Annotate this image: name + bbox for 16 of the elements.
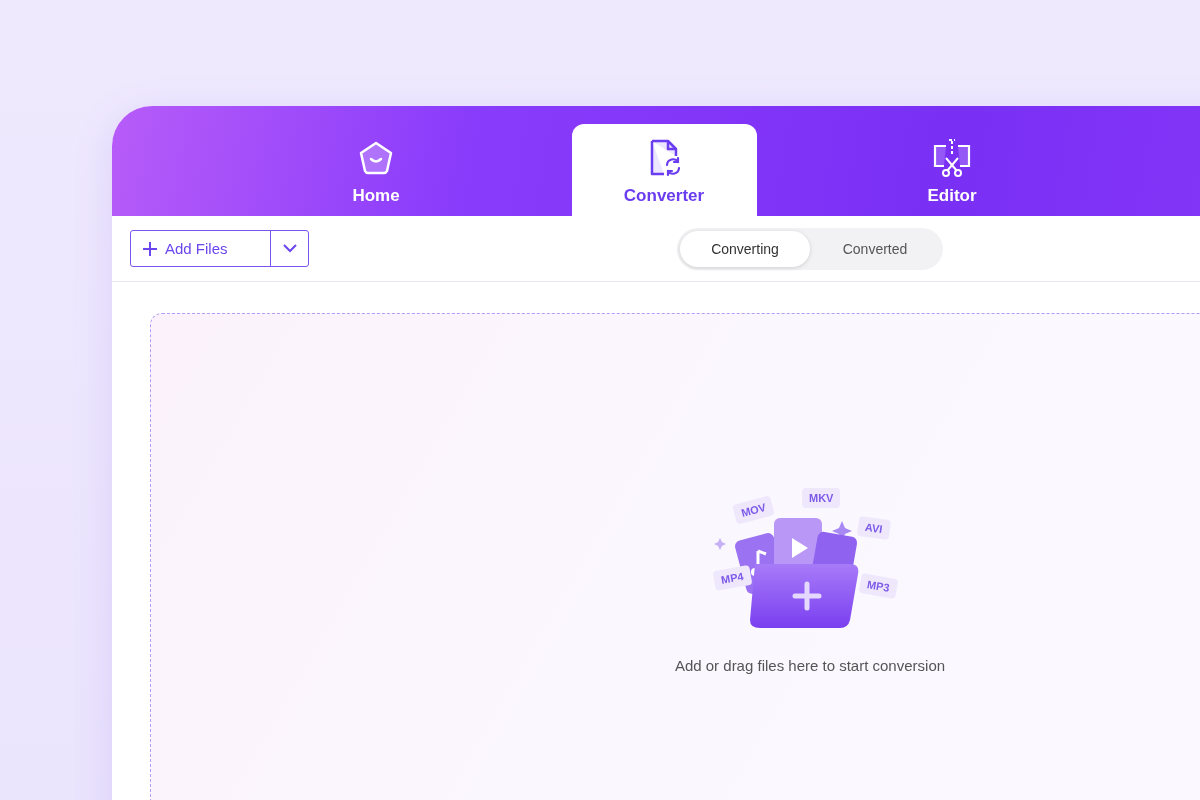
add-files-button[interactable]: Add Files (131, 231, 271, 266)
format-tag: MOV (732, 495, 775, 525)
format-tag: MKV (802, 488, 841, 508)
format-tag: MP3 (858, 572, 899, 600)
segment-tab[interactable]: Converted (810, 230, 940, 267)
segment-tab[interactable]: Converting (680, 230, 810, 267)
nav-tab[interactable]: Home (283, 124, 469, 216)
screen-scissors-icon (932, 138, 972, 178)
format-tag: MP4 (712, 564, 753, 592)
format-tag: AVI (856, 515, 891, 541)
chevron-down-icon (282, 244, 297, 253)
nav-tab[interactable]: Converter (571, 124, 757, 216)
plus-icon (143, 241, 157, 256)
nav-tab[interactable]: Editor (859, 124, 1045, 216)
drop-hint-text: Add or drag files here to start conversion (674, 657, 946, 674)
drop-zone[interactable]: MOV MKV AVI MP4 MP3 Add or drag files here to start conversion (150, 313, 1200, 800)
